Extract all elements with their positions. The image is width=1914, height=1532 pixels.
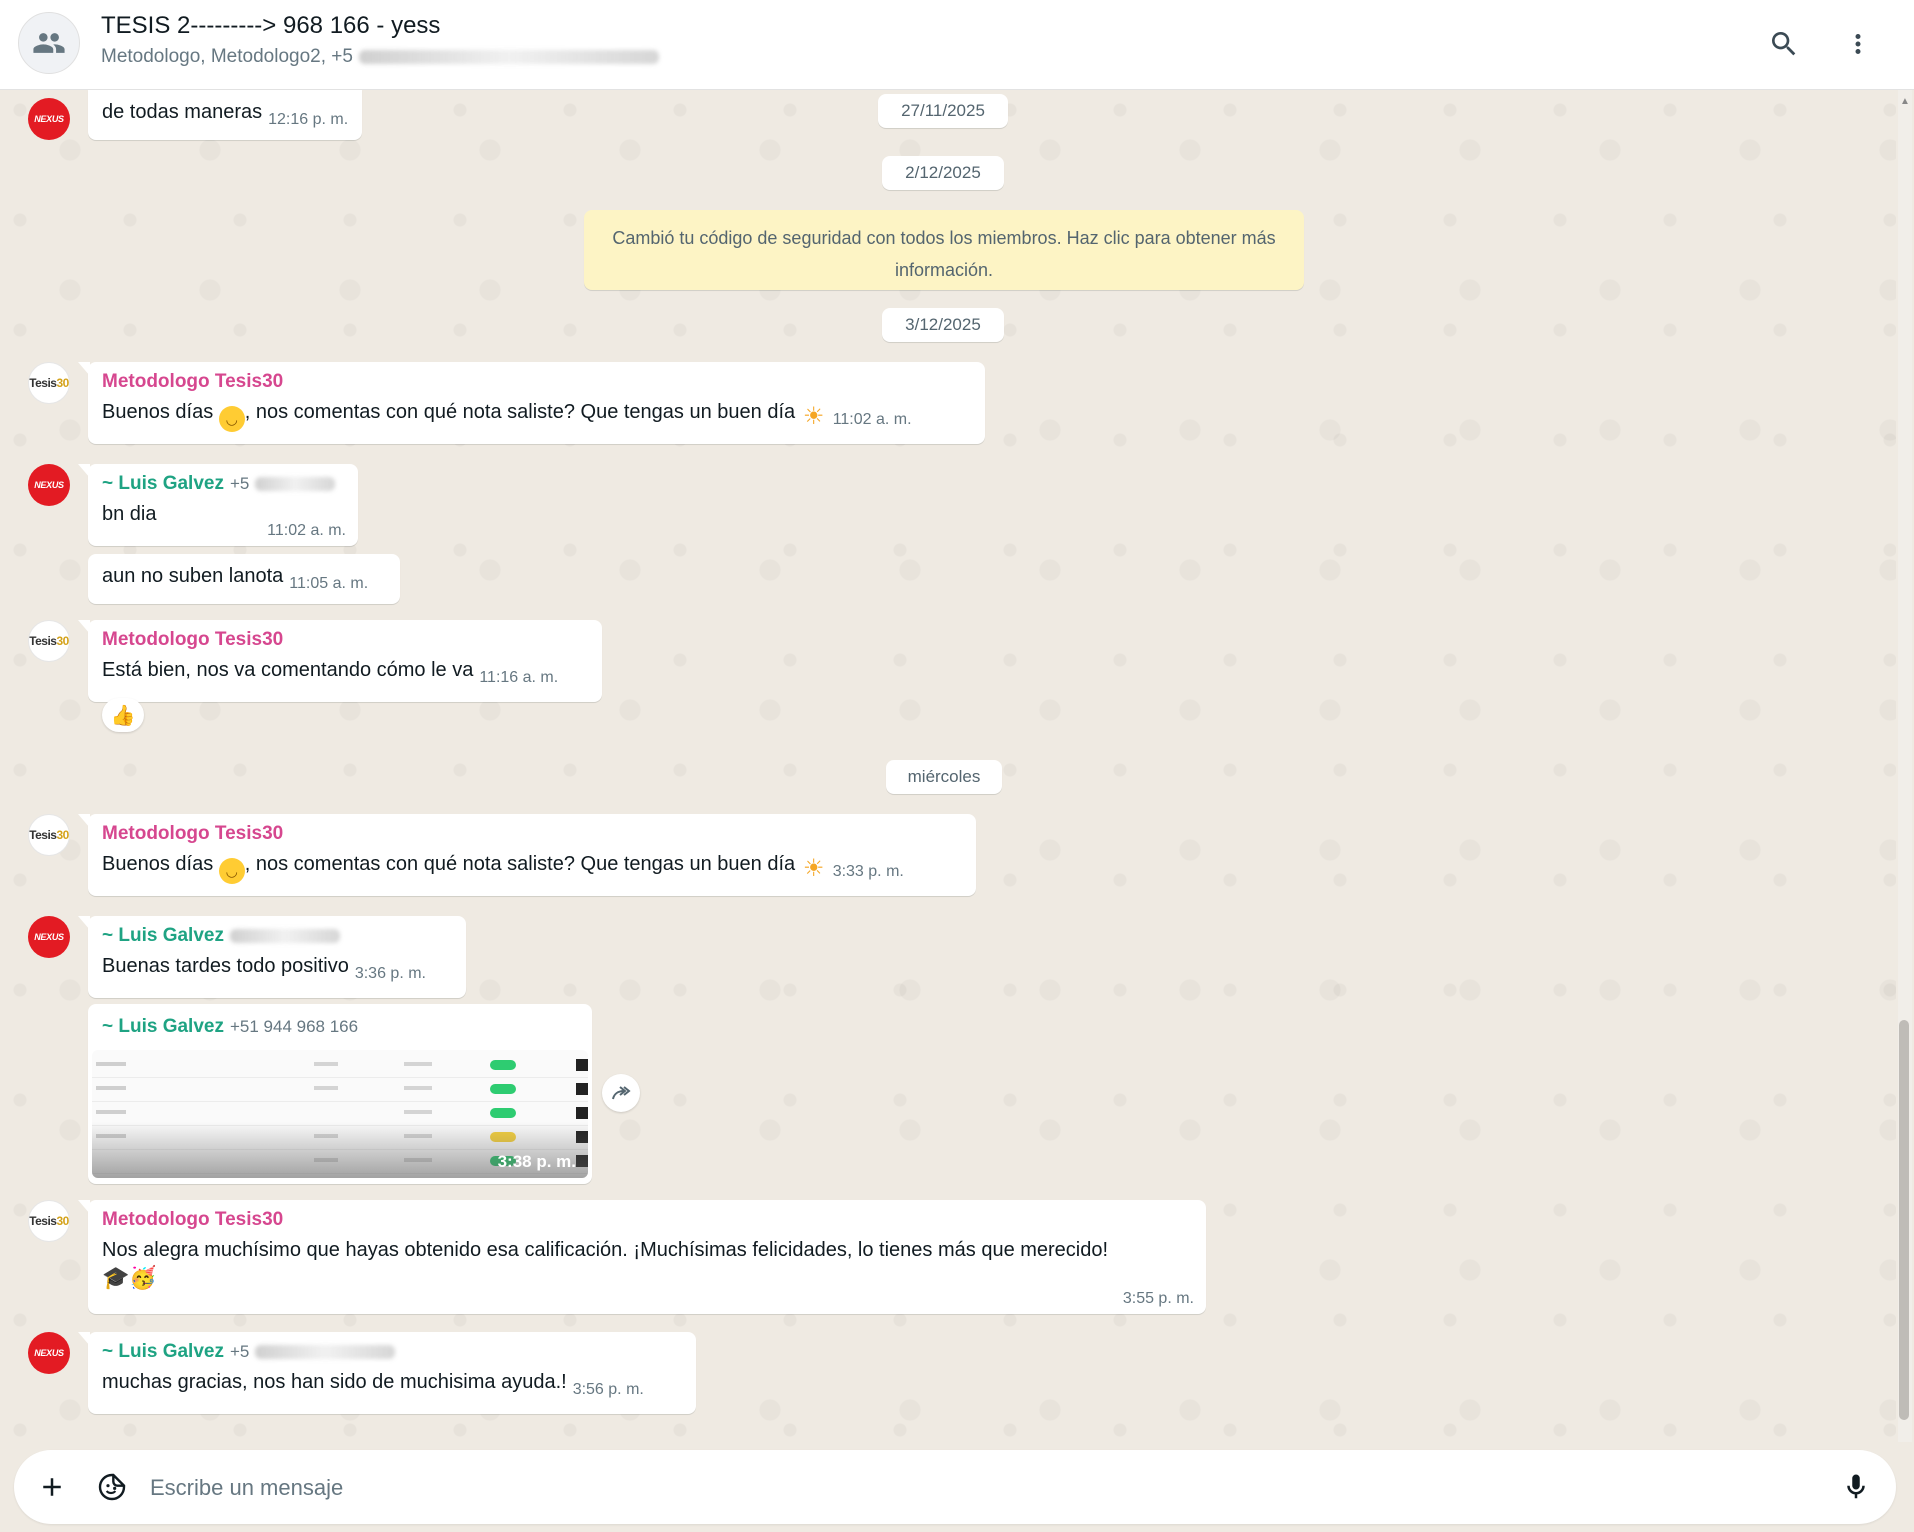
scroll-up-arrow-icon[interactable]: ▲ [1898,96,1912,108]
plus-icon [43,1478,61,1496]
sender-name[interactable]: Metodologo Tesis30 [102,823,962,845]
message-text: Buenos días ◡, nos comentas con qué nota… [102,853,904,884]
security-code-notice[interactable]: Cambió tu código de seguridad con todos … [584,210,1304,290]
message-time: 3:56 p. m. [572,1381,644,1398]
message-time: 11:02 a. m. [267,522,346,539]
message-text: Buenas tardes todo positivo 3:36 p. m. [102,955,426,982]
chat-participants[interactable]: Metodologo, Metodologo2, +5 [101,46,659,68]
message-text: Buenos días ◡, nos comentas con qué nota… [102,401,912,432]
avatar-luis-galvez[interactable]: NEXUS [28,464,70,506]
emoji-graduation-party: 🎓🥳 [102,1265,157,1290]
redacted-participants [358,50,659,64]
image-row [92,1078,588,1102]
menu-button[interactable] [1836,22,1880,66]
attach-button[interactable] [32,1467,72,1507]
smile-emoji-icon: ◡ [218,858,245,884]
message-bubble[interactable]: Metodologo Tesis30 Está bien, nos va com… [78,620,602,702]
message-bubble[interactable]: ~ Luis Galvez +5 muchas gracias, nos han … [78,1332,696,1414]
sender-phone: +51 944 968 166 [229,1017,359,1036]
microphone-icon [1847,1474,1865,1499]
message-bubble[interactable]: ~ Luis Galvez Buenas tardes todo positiv… [78,916,466,998]
sender-name[interactable]: Metodologo Tesis30 [102,371,971,393]
avatar-metodologo[interactable]: Tesis30 [28,814,70,856]
message-time: 3:36 p. m. [354,965,426,982]
sun-emoji-icon: ☀ [802,403,825,430]
message-time: 12:16 p. m. [268,111,349,128]
avatar-text: NEXUS [34,480,64,490]
forward-button[interactable] [602,1074,640,1112]
sun-emoji-icon: ☀ [802,855,825,882]
voice-message-button[interactable] [1836,1467,1876,1507]
date-separator: 3/12/2025 [882,308,1004,342]
sender-name[interactable]: Metodologo Tesis30 [102,1209,1192,1231]
avatar-luis-galvez[interactable]: NEXUS [28,98,70,140]
message-bubble[interactable]: Metodologo Tesis30 Buenos días ◡, nos co… [78,814,976,896]
message-text: Nos alegra muchísimo que hayas obtenido … [102,1239,1109,1261]
sender-phone: +5 [229,474,250,493]
sender-name[interactable]: ~ Luis Galvez +5 [102,1341,682,1363]
sender-name[interactable]: ~ Luis Galvez [102,925,452,947]
participants-text: Metodologo, Metodologo2, +5 [101,46,353,67]
date-separator: 27/11/2025 [878,94,1008,128]
avatar-text: Tesis30 [29,634,69,648]
message-time: 11:02 a. m. [832,411,912,428]
message-time: 3:55 p. m. [1122,1290,1194,1307]
image-thumbnail[interactable]: 3:38 p. m. [92,1050,588,1178]
redacted-phone [229,929,340,943]
more-vert-icon [1855,34,1861,54]
message-time: 3:38 p. m. [497,1152,576,1171]
sticker-icon [98,1473,126,1501]
message-time: 11:05 a. m. [289,575,369,592]
message-text: muchas gracias, nos han sido de muchisim… [102,1371,644,1398]
message-input[interactable] [150,1470,1810,1506]
image-row [92,1054,588,1078]
message-bubble[interactable]: aun no suben lanota 11:05 a. m. [88,554,400,604]
avatar-text: Tesis30 [29,1214,69,1228]
avatar-text: NEXUS [34,1348,64,1358]
redacted-phone [255,1345,396,1359]
message-text: de todas maneras [102,101,263,123]
avatar-metodologo[interactable]: Tesis30 [28,362,70,404]
search-button[interactable] [1762,22,1806,66]
date-separator: 2/12/2025 [882,156,1004,190]
message-text: Está bien, nos va comentando cómo le va 1… [102,659,559,686]
forward-icon [612,1086,631,1100]
message-bubble[interactable]: de todas maneras 12:16 p. m. [88,90,363,140]
avatar-metodologo[interactable]: Tesis30 [28,1200,70,1242]
sender-name[interactable]: Metodologo Tesis30 [102,629,588,651]
avatar-luis-galvez[interactable]: NEXUS [28,1332,70,1374]
reaction-thumbs-up[interactable]: 👍 [102,698,144,732]
avatar-text: Tesis30 [29,376,69,390]
message-bubble[interactable]: ~ Luis Galvez +5 bn dia 11:02 a. m. [78,464,358,546]
smile-emoji-icon: ◡ [218,406,245,432]
avatar-text: Tesis30 [29,828,69,842]
sender-name[interactable]: ~ Luis Galvez +51 944 968 166 [102,1016,588,1038]
redacted-phone [255,477,336,491]
message-bubble[interactable]: Metodologo Tesis30 Nos alegra muchísimo … [78,1200,1206,1314]
group-avatar[interactable] [18,12,80,74]
scrollbar-thumb[interactable] [1899,1020,1909,1420]
avatar-luis-galvez[interactable]: NEXUS [28,916,70,958]
avatar-metodologo[interactable]: Tesis30 [28,620,70,662]
message-time: 3:33 p. m. [832,863,904,880]
sender-name[interactable]: ~ Luis Galvez +5 [102,473,344,495]
message-time: 11:16 a. m. [479,669,559,686]
message-bubble[interactable]: Metodologo Tesis30 Buenos días ◡, nos co… [78,362,985,444]
message-list[interactable]: NEXUS de todas maneras 12:16 p. m. 27/11/… [0,90,1896,1442]
avatar-text: NEXUS [34,114,64,124]
sticker-button[interactable] [92,1467,132,1507]
chat-header[interactable]: TESIS 2---------> 968 166 - yess Metodol… [0,0,1914,90]
group-icon [33,33,65,53]
date-separator: miércoles [886,760,1002,794]
message-text: aun no suben lanota [102,565,284,587]
avatar-text: NEXUS [34,932,64,942]
image-message-bubble[interactable]: ~ Luis Galvez +51 944 968 166 3:38 p. m. [88,1004,592,1184]
sender-phone: +5 [229,1342,250,1361]
search-icon [1772,32,1796,56]
chat-title[interactable]: TESIS 2---------> 968 166 - yess [101,12,440,40]
